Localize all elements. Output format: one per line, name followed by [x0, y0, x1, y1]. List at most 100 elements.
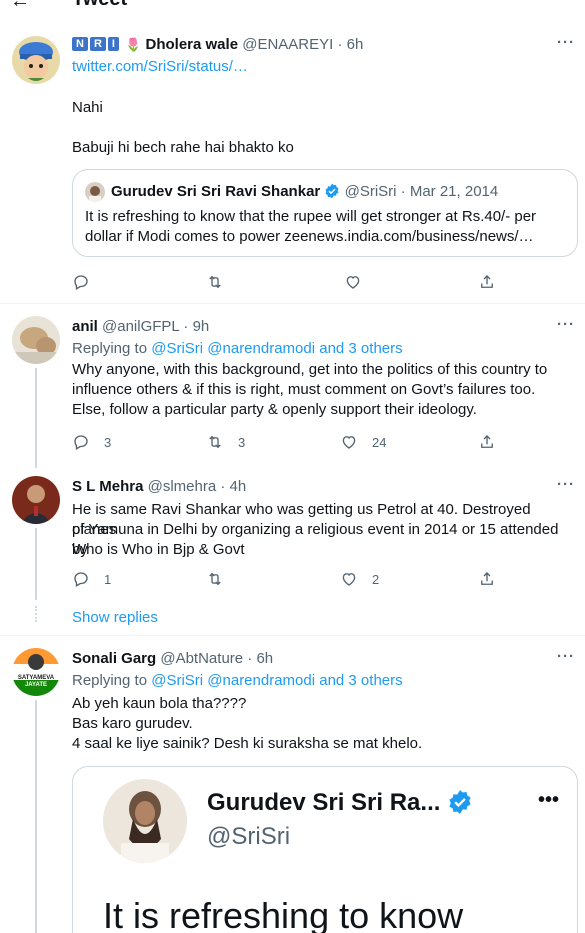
author-name[interactable]: S L Mehra	[72, 478, 143, 495]
reply-count: 3	[104, 434, 112, 450]
quote-time: Mar 21, 2014	[409, 183, 499, 200]
reply-mentions[interactable]: @SriSri @narendramodi and 3 others	[151, 672, 402, 689]
quote-text-line2: dollar if Modi comes to power zeenews.in…	[85, 228, 534, 245]
tweet-time[interactable]: 4h	[230, 478, 247, 495]
verified-icon	[325, 183, 339, 199]
retweet-button[interactable]: 3	[206, 431, 245, 453]
reply-icon	[74, 572, 88, 587]
back-arrow-icon[interactable]: ←	[10, 0, 30, 13]
author-handle[interactable]: @ENAAREYI	[242, 36, 333, 53]
tweet-sonali[interactable]: SATYAMEVA JAYATE Sonali Garg @AbtNature …	[0, 636, 585, 933]
flower-emoji: 🌷	[125, 37, 142, 52]
top-bar: ← Tweet	[0, 0, 585, 14]
replying-to: Replying to @SriSri @narendramodi and 3 …	[72, 672, 403, 689]
retweet-count: 3	[238, 434, 246, 450]
heart-icon	[346, 276, 360, 289]
thread-line	[35, 700, 37, 933]
page-title: Tweet	[72, 0, 127, 11]
more-options-icon[interactable]: ···	[557, 316, 575, 333]
like-button[interactable]: 24	[340, 431, 386, 453]
reply-mentions[interactable]: @SriSri @narendramodi and 3 others	[151, 340, 402, 357]
tweet-text-line3: Who is Who in Bjp & Govt	[72, 541, 245, 558]
tweet-header: S L Mehra @slmehra · 4h	[72, 478, 246, 495]
tweet-text-line1: Ab yeh kaun bola tha????	[72, 695, 247, 712]
quote-handle: @SriSri	[344, 183, 397, 200]
image-handle: @SriSri	[207, 823, 291, 850]
separator-dot: ·	[247, 650, 253, 667]
avatar[interactable]	[12, 36, 60, 84]
tweet-text-line2: Babuji hi bech rahe hai bhakto ko	[72, 139, 294, 156]
quoted-tweet[interactable]: Gurudev Sri Sri Ravi Shankar @SriSri · M…	[72, 169, 578, 257]
tweet-dholera[interactable]: NRI 🌷 Dholera wale @ENAAREYI · 6h ··· tw…	[0, 24, 585, 304]
tweet-time[interactable]: 6h	[347, 36, 364, 53]
badge-r: R	[89, 37, 106, 51]
thread-line	[35, 368, 37, 468]
tweet-time[interactable]: 9h	[193, 318, 210, 335]
share-button[interactable]	[478, 271, 496, 293]
replying-label: Replying to	[72, 340, 148, 357]
tweet-actions: 3 3 24	[72, 431, 512, 453]
author-name[interactable]: anil	[72, 318, 98, 335]
separator-dot: ·	[400, 183, 406, 200]
replying-label: Replying to	[72, 672, 148, 689]
retweet-icon	[209, 275, 221, 289]
tweet-text-line3: Else, follow a particular party & openly…	[72, 401, 477, 418]
tweet-text-line1: Nahi	[72, 99, 103, 116]
author-handle[interactable]: @slmehra	[148, 478, 217, 495]
separator-dot: ·	[337, 36, 343, 53]
reply-button[interactable]: 3	[72, 431, 111, 453]
avatar-caption: SATYAMEVA JAYATE	[12, 675, 60, 689]
image-more-icon: •••	[537, 789, 559, 811]
badge-n: N	[72, 37, 88, 51]
tweet-image[interactable]: Gurudev Sri Sri Ra... ••• @SriSri It is …	[72, 766, 578, 933]
avatar[interactable]	[12, 476, 60, 524]
separator-dot: ·	[183, 318, 189, 335]
reply-icon	[74, 435, 88, 450]
reply-button[interactable]: 1	[72, 568, 111, 590]
retweet-icon	[209, 572, 221, 586]
share-button[interactable]	[478, 568, 496, 590]
author-name[interactable]: Dholera wale	[146, 36, 239, 53]
tweet-text-line2: Bas karo gurudev.	[72, 715, 193, 732]
heart-icon	[342, 436, 356, 449]
tweet-text-line1: Why anyone, with this background, get in…	[72, 361, 548, 378]
tweet-text-line3: 4 saal ke liye sainik? Desh ki suraksha …	[72, 735, 423, 752]
retweet-icon	[209, 435, 221, 449]
image-name-text: Gurudev Sri Sri Ra...	[207, 789, 441, 816]
tweet-link[interactable]: twitter.com/SriSri/status/…	[72, 57, 577, 77]
tweet-actions: 1 2	[72, 568, 512, 590]
more-options-icon[interactable]: ···	[557, 476, 575, 493]
avatar[interactable]	[12, 316, 60, 364]
tweet-text-line2: influence others & if this is right, mus…	[72, 381, 536, 398]
retweet-button[interactable]	[206, 271, 224, 293]
retweet-button[interactable]	[206, 568, 224, 590]
quote-header: Gurudev Sri Sri Ravi Shankar @SriSri · M…	[111, 183, 498, 200]
quote-avatar	[85, 182, 105, 202]
thread-line	[35, 528, 37, 600]
author-name[interactable]: Sonali Garg	[72, 650, 156, 667]
tweet-anil[interactable]: anil @anilGFPL · 9h ··· Replying to @Sri…	[0, 304, 585, 468]
show-replies-link[interactable]: Show replies	[72, 608, 577, 628]
image-author-name: Gurudev Sri Sri Ra...	[207, 789, 473, 817]
heart-icon	[342, 573, 356, 586]
avatar-text-2: JAYATE	[24, 682, 48, 688]
share-button[interactable]	[478, 431, 496, 453]
tweet-time[interactable]: 6h	[256, 650, 273, 667]
replying-to: Replying to @SriSri @narendramodi and 3 …	[72, 340, 403, 357]
tweet-header: NRI 🌷 Dholera wale @ENAAREYI · 6h	[72, 36, 363, 53]
author-handle[interactable]: @AbtNature	[160, 650, 243, 667]
tweet-actions	[72, 271, 512, 293]
like-button[interactable]: 2	[340, 568, 379, 590]
tweet-header: anil @anilGFPL · 9h	[72, 318, 209, 335]
more-options-icon[interactable]: ···	[557, 648, 575, 665]
like-button[interactable]	[344, 271, 362, 293]
avatar[interactable]: SATYAMEVA JAYATE	[12, 648, 60, 696]
more-options-icon[interactable]: ···	[557, 34, 575, 51]
tweet-slmehra[interactable]: S L Mehra @slmehra · 4h ··· He is same R…	[0, 464, 585, 636]
share-icon	[481, 572, 493, 585]
badge-i: I	[107, 37, 119, 51]
author-handle[interactable]: @anilGFPL	[102, 318, 179, 335]
thread-dots	[35, 606, 37, 622]
reply-button[interactable]	[72, 271, 90, 293]
quote-author-name: Gurudev Sri Sri Ravi Shankar	[111, 183, 321, 200]
